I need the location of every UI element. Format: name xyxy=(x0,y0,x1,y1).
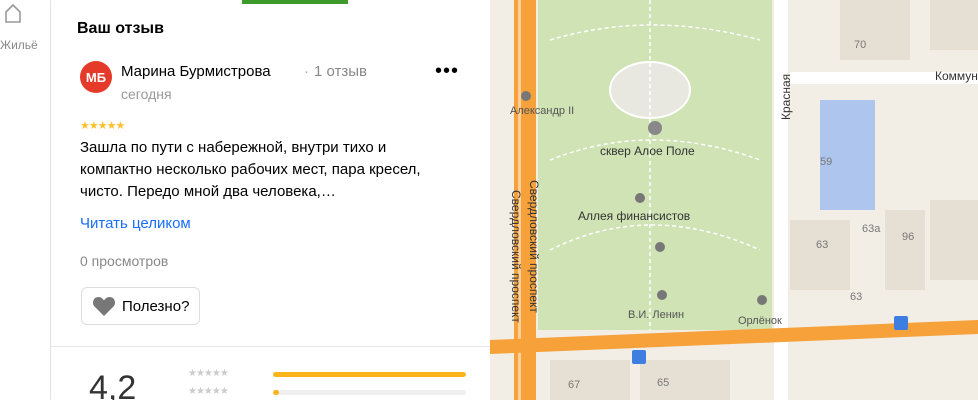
house-number: 63 xyxy=(850,291,862,303)
street-label-main: Свердловский проспект xyxy=(527,180,541,313)
building xyxy=(790,220,850,290)
useful-label: Полезно? xyxy=(122,297,190,315)
heart-icon xyxy=(92,297,116,316)
monument-icon[interactable] xyxy=(657,290,667,300)
more-options-icon[interactable]: ••• xyxy=(435,60,459,83)
views-count: 0 просмотров xyxy=(80,253,169,269)
building xyxy=(640,360,730,400)
monument-icon[interactable] xyxy=(655,242,665,252)
house-icon[interactable] xyxy=(4,2,22,29)
monument-label: Орлёнок xyxy=(738,315,782,327)
distribution-bar-4 xyxy=(273,390,466,395)
monument-icon[interactable] xyxy=(521,91,531,101)
street-label-main-2: Свердловский проспект xyxy=(509,190,523,323)
house-number: 96 xyxy=(902,231,914,243)
building xyxy=(885,210,925,290)
avatar-initials: МБ xyxy=(85,69,107,85)
house-number: 59 xyxy=(820,156,832,168)
left-rail: Жильё xyxy=(0,0,51,400)
avatar[interactable]: МБ xyxy=(80,61,112,93)
house-number: 63а xyxy=(862,223,881,235)
review-date: сегодня xyxy=(121,86,172,102)
read-more-link[interactable]: Читать целиком xyxy=(80,215,191,232)
divider xyxy=(51,346,490,347)
bus-stop-icon[interactable] xyxy=(632,350,646,364)
monument-label: Александр II xyxy=(510,105,574,117)
review-count: 1 отзыв xyxy=(314,63,368,80)
building xyxy=(840,0,910,60)
house-number: 65 xyxy=(657,377,669,389)
monument-label: В.И. Ленин xyxy=(628,309,684,321)
map-view[interactable]: Свердловский проспект Свердловский просп… xyxy=(490,0,978,400)
building xyxy=(930,200,978,280)
review-panel: Ваш отзыв МБ Марина Бурмистрова · 1 отзы… xyxy=(51,0,490,400)
house-number: 63 xyxy=(816,239,828,251)
alley-label: Аллея финансистов xyxy=(578,209,690,223)
distribution-fill xyxy=(273,372,466,377)
distribution-stars-4: ★★★★★ xyxy=(188,386,229,397)
street-label-kommun: Коммун xyxy=(935,69,978,83)
park-label: сквер Алое Поле xyxy=(600,144,695,158)
review-text: Зашла по пути с набережной, внутри тихо … xyxy=(80,139,421,200)
school-building xyxy=(820,100,875,210)
meta-separator: · xyxy=(304,63,309,80)
useful-button[interactable]: Полезно? xyxy=(81,287,201,325)
active-tab-indicator xyxy=(242,0,348,4)
house-number: 70 xyxy=(854,39,866,51)
section-title: Ваш отзыв xyxy=(77,20,164,37)
bus-stop-icon[interactable] xyxy=(894,316,908,330)
building xyxy=(930,0,978,50)
monument-icon[interactable] xyxy=(757,295,767,305)
street-label-red: Красная xyxy=(779,74,793,120)
house-number: 67 xyxy=(568,379,580,391)
rating-value: 4,2 xyxy=(89,369,137,400)
building xyxy=(550,360,630,400)
review-stars: ★★★★★ xyxy=(80,120,125,132)
distribution-bar-5 xyxy=(273,372,466,377)
monument-icon[interactable] xyxy=(635,193,645,203)
author-name[interactable]: Марина Бурмистрова xyxy=(121,63,271,80)
rail-label-housing[interactable]: Жильё xyxy=(0,38,38,52)
park-pin-icon[interactable] xyxy=(648,121,662,135)
distribution-fill xyxy=(273,390,279,395)
park-area xyxy=(538,0,772,330)
distribution-stars-5: ★★★★★ xyxy=(188,368,229,379)
